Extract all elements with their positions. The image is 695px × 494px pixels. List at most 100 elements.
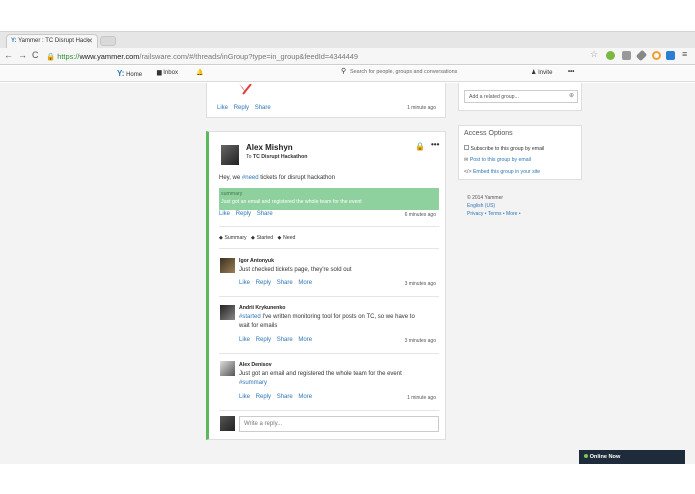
inbox-icon: ▆ xyxy=(157,70,162,76)
lock-icon: 🔒 xyxy=(46,52,58,61)
divider xyxy=(219,226,439,227)
topic-tag[interactable]: Need xyxy=(283,235,295,241)
close-icon[interactable]: ✕ xyxy=(87,37,93,45)
post-image-thumbnail xyxy=(221,83,265,95)
thread-text-after: tickets for disrupt hackathon xyxy=(258,175,335,181)
post-timestamp: 1 minute ago xyxy=(407,105,436,111)
extension-icon[interactable] xyxy=(652,51,661,60)
person-add-icon: ♟ xyxy=(531,70,537,76)
embed-group-link[interactable]: </> Embed this group in your site xyxy=(464,169,540,175)
terms-link[interactable]: Terms xyxy=(488,211,502,217)
subscribe-label: Subscribe to this group by email xyxy=(470,146,545,152)
reply-author[interactable]: Alex Denisov xyxy=(239,362,272,368)
divider xyxy=(219,353,439,354)
star-icon[interactable]: ☆ xyxy=(590,49,598,60)
reply-link[interactable]: Reply xyxy=(234,105,249,111)
thread-author[interactable]: Alex Mishyn xyxy=(246,143,293,152)
footer-links: Privacy • Terms • More • xyxy=(467,211,521,217)
reply-link[interactable]: Reply xyxy=(256,337,271,343)
share-link[interactable]: Share xyxy=(257,211,273,217)
group-link[interactable]: TC Disrupt Hackathon xyxy=(253,154,307,160)
like-link[interactable]: Like xyxy=(217,105,228,111)
bell-icon[interactable]: 🔔 xyxy=(196,69,203,76)
like-link[interactable]: Like xyxy=(219,211,230,217)
back-icon[interactable]: ← xyxy=(4,50,13,60)
reply-text: #started I've written monitoring tool fo… xyxy=(239,314,415,320)
like-link[interactable]: Like xyxy=(239,337,250,343)
like-link[interactable]: Like xyxy=(239,394,250,400)
topic-tag[interactable]: Started xyxy=(256,235,273,241)
hashtag-link[interactable]: #summary xyxy=(239,380,267,386)
avatar[interactable] xyxy=(221,145,239,165)
like-link[interactable]: Like xyxy=(239,280,250,286)
search-icon: ⚲ xyxy=(341,68,347,75)
reply-author[interactable]: Andrii Krykunenko xyxy=(239,305,285,311)
copyright-text: © 2014 Yammer xyxy=(467,195,504,201)
search-input[interactable]: Search for people, groups and conversati… xyxy=(350,69,457,75)
page-bottom xyxy=(0,464,695,494)
yammer-header xyxy=(0,66,695,82)
checkbox-icon[interactable] xyxy=(464,145,469,150)
tag-icon: ◆ xyxy=(250,235,255,241)
reply-text: Just got an email and registered the who… xyxy=(239,371,402,377)
url-input[interactable]: 🔒 https://www.yammer.com/railsware.com/#… xyxy=(46,50,606,63)
reply-link[interactable]: Reply xyxy=(236,211,251,217)
summary-title: summary xyxy=(221,191,243,197)
topic-tags: ◆ Summary ◆ Started ◆ Need xyxy=(219,235,295,241)
thread-card: Alex Mishyn To TC Disrupt Hackathon 🔒 ••… xyxy=(206,131,446,440)
nav-inbox[interactable]: ▆ Inbox xyxy=(157,69,178,76)
more-menu-button[interactable]: ••• xyxy=(568,69,574,75)
online-now-label: Online Now xyxy=(589,454,621,460)
topic-tag[interactable]: Summary xyxy=(224,235,246,241)
url-scheme: https:// xyxy=(57,52,80,61)
subscribe-option[interactable]: Subscribe to this group by email xyxy=(464,145,544,152)
more-link[interactable]: More xyxy=(506,211,517,217)
forward-icon[interactable]: → xyxy=(18,50,27,60)
reply-text: Just checked tickets page, they're sold … xyxy=(239,267,352,273)
reply-timestamp: 3 minutes ago xyxy=(404,281,436,287)
avatar[interactable] xyxy=(220,305,235,320)
previous-post-card: Like Reply Share 1 minute ago xyxy=(206,83,446,118)
footer-separator: • xyxy=(484,211,487,217)
code-icon: </> xyxy=(464,169,472,175)
menu-icon[interactable]: ≡ xyxy=(682,49,687,59)
share-link[interactable]: Share xyxy=(255,105,271,111)
reply-input[interactable]: Write a reply... xyxy=(239,416,439,432)
add-icon[interactable]: ⊕ xyxy=(569,92,574,99)
footer-separator: • xyxy=(502,211,505,217)
reply-text-main: I've written monitoring tool for posts o… xyxy=(260,314,415,320)
new-tab-button[interactable] xyxy=(100,36,116,46)
privacy-link[interactable]: Privacy xyxy=(467,211,483,217)
hashtag-link[interactable]: #need xyxy=(242,175,259,181)
reply-link[interactable]: Reply xyxy=(256,394,271,400)
nav-home-label: Home xyxy=(126,72,143,78)
share-link[interactable]: Share xyxy=(277,280,293,286)
extension-icon[interactable] xyxy=(606,51,615,60)
more-link[interactable]: More xyxy=(298,337,312,343)
share-link[interactable]: Share xyxy=(277,394,293,400)
hashtag-link[interactable]: #started xyxy=(239,314,261,320)
tab-title: Yammer : TC Disrupt Hack xyxy=(18,38,90,44)
related-groups-card: Add a related group... ⊕ xyxy=(458,83,582,111)
more-options-icon[interactable]: ••• xyxy=(431,140,439,149)
more-link[interactable]: More xyxy=(298,394,312,400)
tag-icon: ◆ xyxy=(277,235,282,241)
online-now-bar[interactable]: Online Now xyxy=(579,450,685,464)
reply-author[interactable]: Igor Antonyuk xyxy=(239,258,274,264)
pocket-icon[interactable] xyxy=(622,51,631,60)
share-link[interactable]: Share xyxy=(277,337,293,343)
avatar[interactable] xyxy=(220,258,235,273)
invite-button[interactable]: ♟ Invite xyxy=(531,69,552,76)
thread-body: Hey, we #need tickets for disrupt hackat… xyxy=(219,175,335,181)
more-link[interactable]: More xyxy=(298,280,312,286)
reload-icon[interactable]: C xyxy=(32,50,39,60)
reply-link[interactable]: Reply xyxy=(256,280,271,286)
thread-recipient: To TC Disrupt Hackathon xyxy=(246,154,307,160)
post-by-email-link[interactable]: ✉ Post to this group by email xyxy=(464,157,531,163)
language-link[interactable]: English (US) xyxy=(467,203,495,209)
nav-home[interactable]: Y: Home xyxy=(117,69,142,78)
extension-icon[interactable] xyxy=(666,51,675,60)
related-group-input[interactable]: Add a related group... ⊕ xyxy=(464,90,578,103)
browser-tab[interactable]: Y: Yammer : TC Disrupt Hack ✕ xyxy=(6,34,98,48)
avatar[interactable] xyxy=(220,361,235,376)
